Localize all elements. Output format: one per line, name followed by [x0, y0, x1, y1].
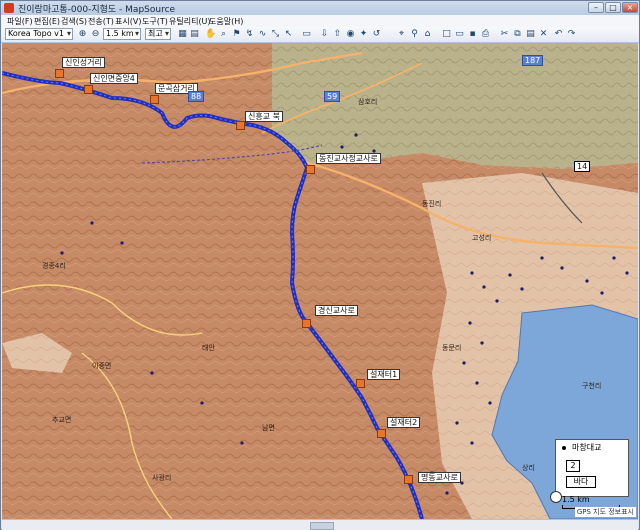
route-waypoint-icon[interactable] [236, 121, 245, 130]
find-address-icon[interactable]: ⌂ [422, 29, 433, 40]
menu-bar: 파일(F) 편집(E) 검색(S) 전송(T) 표시(V) 도구(T) 유틸리티… [1, 15, 639, 27]
copy-icon[interactable]: ⧉ [512, 29, 523, 40]
place-name: 이중면 [92, 362, 112, 370]
realtime-icon[interactable]: ✦ [358, 29, 369, 40]
mapsource-window: 진이랑마고통-000-지형도 - MapSource – □ × 파일(F) 편… [0, 0, 640, 530]
route-waypoint-icon[interactable] [356, 379, 365, 388]
legend-item: 2 [566, 460, 580, 472]
map-view[interactable]: 신인성거리 신인면중앙4 문곡삼거리 신흥교 북 동진교사정교사로 경신교사로 … [2, 43, 638, 519]
measure-tool-icon[interactable]: ⤡ [270, 29, 281, 40]
route-waypoint-icon[interactable] [302, 319, 311, 328]
route-waypoint-icon[interactable] [404, 475, 413, 484]
map-scale-label: 1.5 km [562, 495, 590, 504]
legend-item: 마창대교 [572, 443, 602, 452]
window-title: 진이랑마고통-000-지형도 - MapSource [18, 5, 176, 15]
map-icon[interactable]: ▦ [177, 29, 188, 40]
zoom-level-select[interactable]: 1.5 km [103, 28, 141, 40]
menu-help[interactable]: 도움말(H) [209, 16, 243, 27]
route-label[interactable]: 경신교사로 [315, 305, 358, 316]
zoom-in-icon[interactable]: ⊕ [77, 29, 88, 40]
detail-select[interactable]: 최고 [145, 28, 171, 40]
title-bar: 진이랑마고통-000-지형도 - MapSource – □ × [1, 1, 639, 15]
undo-icon[interactable]: ↶ [553, 29, 564, 40]
route-waypoint-icon[interactable] [306, 165, 315, 174]
ruler-icon[interactable]: ▭ [301, 29, 312, 40]
route-label[interactable]: 설재터1 [367, 369, 401, 380]
horizontal-scrollbar[interactable] [2, 519, 638, 530]
compass-icon[interactable] [550, 491, 562, 503]
send-icon[interactable]: ⇧ [332, 29, 343, 40]
route-label[interactable]: 명동교사로 [418, 472, 461, 483]
map-add-icon[interactable]: ▤ [189, 29, 200, 40]
app-icon [4, 3, 14, 13]
road-number-badge: 187 [522, 55, 544, 66]
zoom-out-icon[interactable]: ⊖ [90, 29, 101, 40]
paste-icon[interactable]: ▤ [525, 29, 536, 40]
print-icon[interactable]: ⎙ [480, 29, 491, 40]
place-name: 태안 [202, 344, 215, 352]
route-label[interactable]: 설재터2 [387, 417, 421, 428]
map-legend: 마창대교 2 바다 [555, 439, 629, 497]
menu-transfer[interactable]: 전송(T) [88, 16, 114, 27]
road-number-badge: 88 [188, 91, 205, 102]
receive-icon[interactable]: ⇩ [319, 29, 330, 40]
menu-utility[interactable]: 유틸리티(U) [169, 16, 211, 27]
track-tool-icon[interactable]: ∿ [257, 29, 268, 40]
waypoint-tool-icon[interactable]: ⚑ [231, 29, 242, 40]
map-product-select[interactable]: Korea Topo v1 [5, 28, 73, 40]
find-icon[interactable]: ⌖ [396, 29, 407, 40]
redo-icon[interactable]: ↷ [566, 29, 577, 40]
place-name: 삼호리 [358, 98, 378, 106]
toolbar: Korea Topo v1 ⊕ ⊖ 1.5 km 최고 ▦ ▤ ✋ ⌕ ⚑ ↯ … [1, 27, 639, 43]
route-label[interactable]: 동진교사정교사로 [316, 153, 381, 164]
new-icon[interactable]: □ [441, 29, 452, 40]
route-label[interactable]: 신흥교 북 [245, 111, 283, 122]
route-waypoint-icon[interactable] [84, 85, 93, 94]
zoom-tool-icon[interactable]: ⌕ [218, 29, 229, 40]
menu-tools[interactable]: 도구(T) [142, 16, 168, 27]
scrollbar-thumb[interactable] [310, 522, 334, 530]
place-name: 동진리 [422, 200, 442, 208]
place-name: 동문리 [442, 344, 462, 352]
hand-tool-icon[interactable]: ✋ [205, 29, 216, 40]
find-places-icon[interactable]: ⚲ [409, 29, 420, 40]
route-waypoint-icon[interactable] [377, 429, 386, 438]
minimize-button[interactable]: – [588, 2, 604, 13]
topo-overlay-area [272, 43, 638, 169]
legend-item: 바다 [566, 476, 596, 488]
maximize-button[interactable]: □ [605, 2, 621, 13]
menu-edit[interactable]: 편집(E) [34, 16, 60, 27]
place-name: 고성리 [472, 234, 492, 242]
place-name: 경종4리 [42, 262, 66, 270]
open-icon[interactable]: ▭ [454, 29, 465, 40]
gps-icon[interactable]: ◉ [345, 29, 356, 40]
undo-route-icon[interactable]: ↺ [371, 29, 382, 40]
menu-search[interactable]: 검색(S) [61, 16, 87, 27]
route-label[interactable]: 신인성거리 [62, 57, 105, 68]
road-number-badge: 59 [324, 91, 341, 102]
route-tool-icon[interactable]: ↯ [244, 29, 255, 40]
place-name: 남면 [262, 424, 275, 432]
route-waypoint-icon[interactable] [55, 69, 64, 78]
road-number-badge: 14 [574, 161, 591, 172]
close-button[interactable]: × [622, 2, 638, 13]
select-tool-icon[interactable]: ↖ [283, 29, 294, 40]
map-canvas[interactable] [2, 43, 638, 519]
cut-icon[interactable]: ✂ [499, 29, 510, 40]
status-text: GPS 지도 정보표시 [574, 507, 636, 517]
menu-view[interactable]: 표시(V) [115, 16, 141, 27]
place-name: 추교면 [52, 416, 72, 424]
save-icon[interactable]: ▪ [467, 29, 478, 40]
place-name: 구천리 [582, 382, 602, 390]
status-bar: GPS 지도 정보표시 [2, 507, 638, 519]
place-name: 상리 [522, 464, 535, 472]
route-label[interactable]: 신인면중앙4 [90, 73, 138, 84]
delete-icon[interactable]: ✕ [538, 29, 549, 40]
menu-file[interactable]: 파일(F) [7, 16, 33, 27]
bridge-marker-icon [562, 446, 566, 450]
place-name: 사광리 [152, 474, 172, 482]
route-waypoint-icon[interactable] [150, 95, 159, 104]
